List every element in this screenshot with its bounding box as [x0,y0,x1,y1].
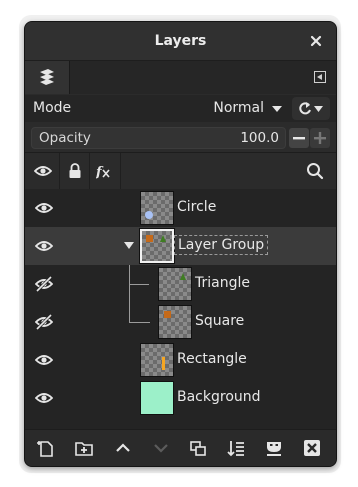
plus-icon [314,132,326,144]
chevron-down-icon [272,105,282,113]
lock-icon [69,163,81,178]
layer-row-layer-group[interactable]: Layer Group [25,227,336,265]
eye-icon[interactable] [35,390,53,406]
layer-row-circle[interactable]: Circle [25,189,336,227]
layers-dialog: Layers Mode Normal Opacity 100.0 f Circl… [24,21,337,467]
mode-label: Mode [33,100,72,116]
search-icon[interactable] [306,162,324,180]
close-icon[interactable] [308,33,324,49]
layer-thumbnail [158,267,192,301]
layers-stack-icon [40,69,54,85]
mode-row: Mode Normal [25,95,336,122]
layer-name[interactable]: Rectangle [177,351,247,367]
svg-text:f: f [96,165,104,179]
layer-thumbnail [140,343,174,377]
layer-row-triangle[interactable]: Triangle [25,265,336,303]
new-layer-icon[interactable] [36,438,56,458]
tree-line [129,284,149,285]
merge-down-icon[interactable] [226,438,246,458]
opacity-decrease-button[interactable] [289,128,309,148]
eye-icon[interactable] [35,352,53,368]
eye-icon[interactable] [35,200,53,216]
opacity-label: Opacity [39,130,91,146]
layer-thumbnail [140,381,174,415]
opacity-increase-button[interactable] [310,128,330,148]
layer-list: Circle Layer Group Triangle Square Recta… [25,189,336,429]
duplicate-layer-icon[interactable] [188,438,208,458]
opacity-row: Opacity 100.0 [25,123,336,151]
eye-icon[interactable] [35,238,53,254]
layer-row-background[interactable]: Background [25,379,336,417]
eye-hidden-icon[interactable] [35,314,53,330]
tab-menu-icon[interactable] [314,71,326,83]
layer-mask-icon[interactable] [264,438,284,458]
layer-actions-toolbar [25,429,336,466]
lock-column-header[interactable] [60,153,90,189]
layer-list-header: f [25,152,336,190]
tree-line [129,303,150,323]
composite-mode-button[interactable] [292,97,330,120]
expand-triangle-icon[interactable] [124,242,134,250]
layer-row-square[interactable]: Square [25,303,336,341]
dock-tab-bar [25,61,336,94]
delete-layer-icon[interactable] [302,438,322,458]
layer-row-rectangle[interactable]: Rectangle [25,341,336,379]
minus-icon [293,137,305,140]
raise-layer-icon[interactable] [113,438,133,458]
eye-hidden-icon[interactable] [35,276,53,292]
layer-name[interactable]: Layer Group [173,235,269,255]
mode-value: Normal [213,100,264,116]
layer-name[interactable]: Triangle [195,275,250,291]
layer-thumbnail [158,305,192,339]
layer-name[interactable]: Background [177,389,261,405]
dialog-title: Layers [154,33,207,49]
mode-dropdown[interactable]: Normal [170,95,290,122]
tab-layers[interactable] [25,61,70,94]
opacity-value: 100.0 [240,130,279,146]
title-bar: Layers [25,22,336,61]
fx-icon: f [96,165,110,179]
new-layer-group-icon[interactable] [74,438,94,458]
lower-layer-icon[interactable] [151,438,171,458]
reset-arrow-icon [299,102,323,115]
layer-name[interactable]: Square [195,313,244,329]
layer-name[interactable]: Circle [177,199,216,215]
eye-icon [34,166,52,176]
visibility-column-header[interactable] [25,153,60,189]
layer-thumbnail [140,191,174,225]
effects-column-header[interactable]: f [90,153,121,189]
opacity-slider[interactable]: Opacity 100.0 [31,127,286,149]
layer-thumbnail [139,228,175,264]
